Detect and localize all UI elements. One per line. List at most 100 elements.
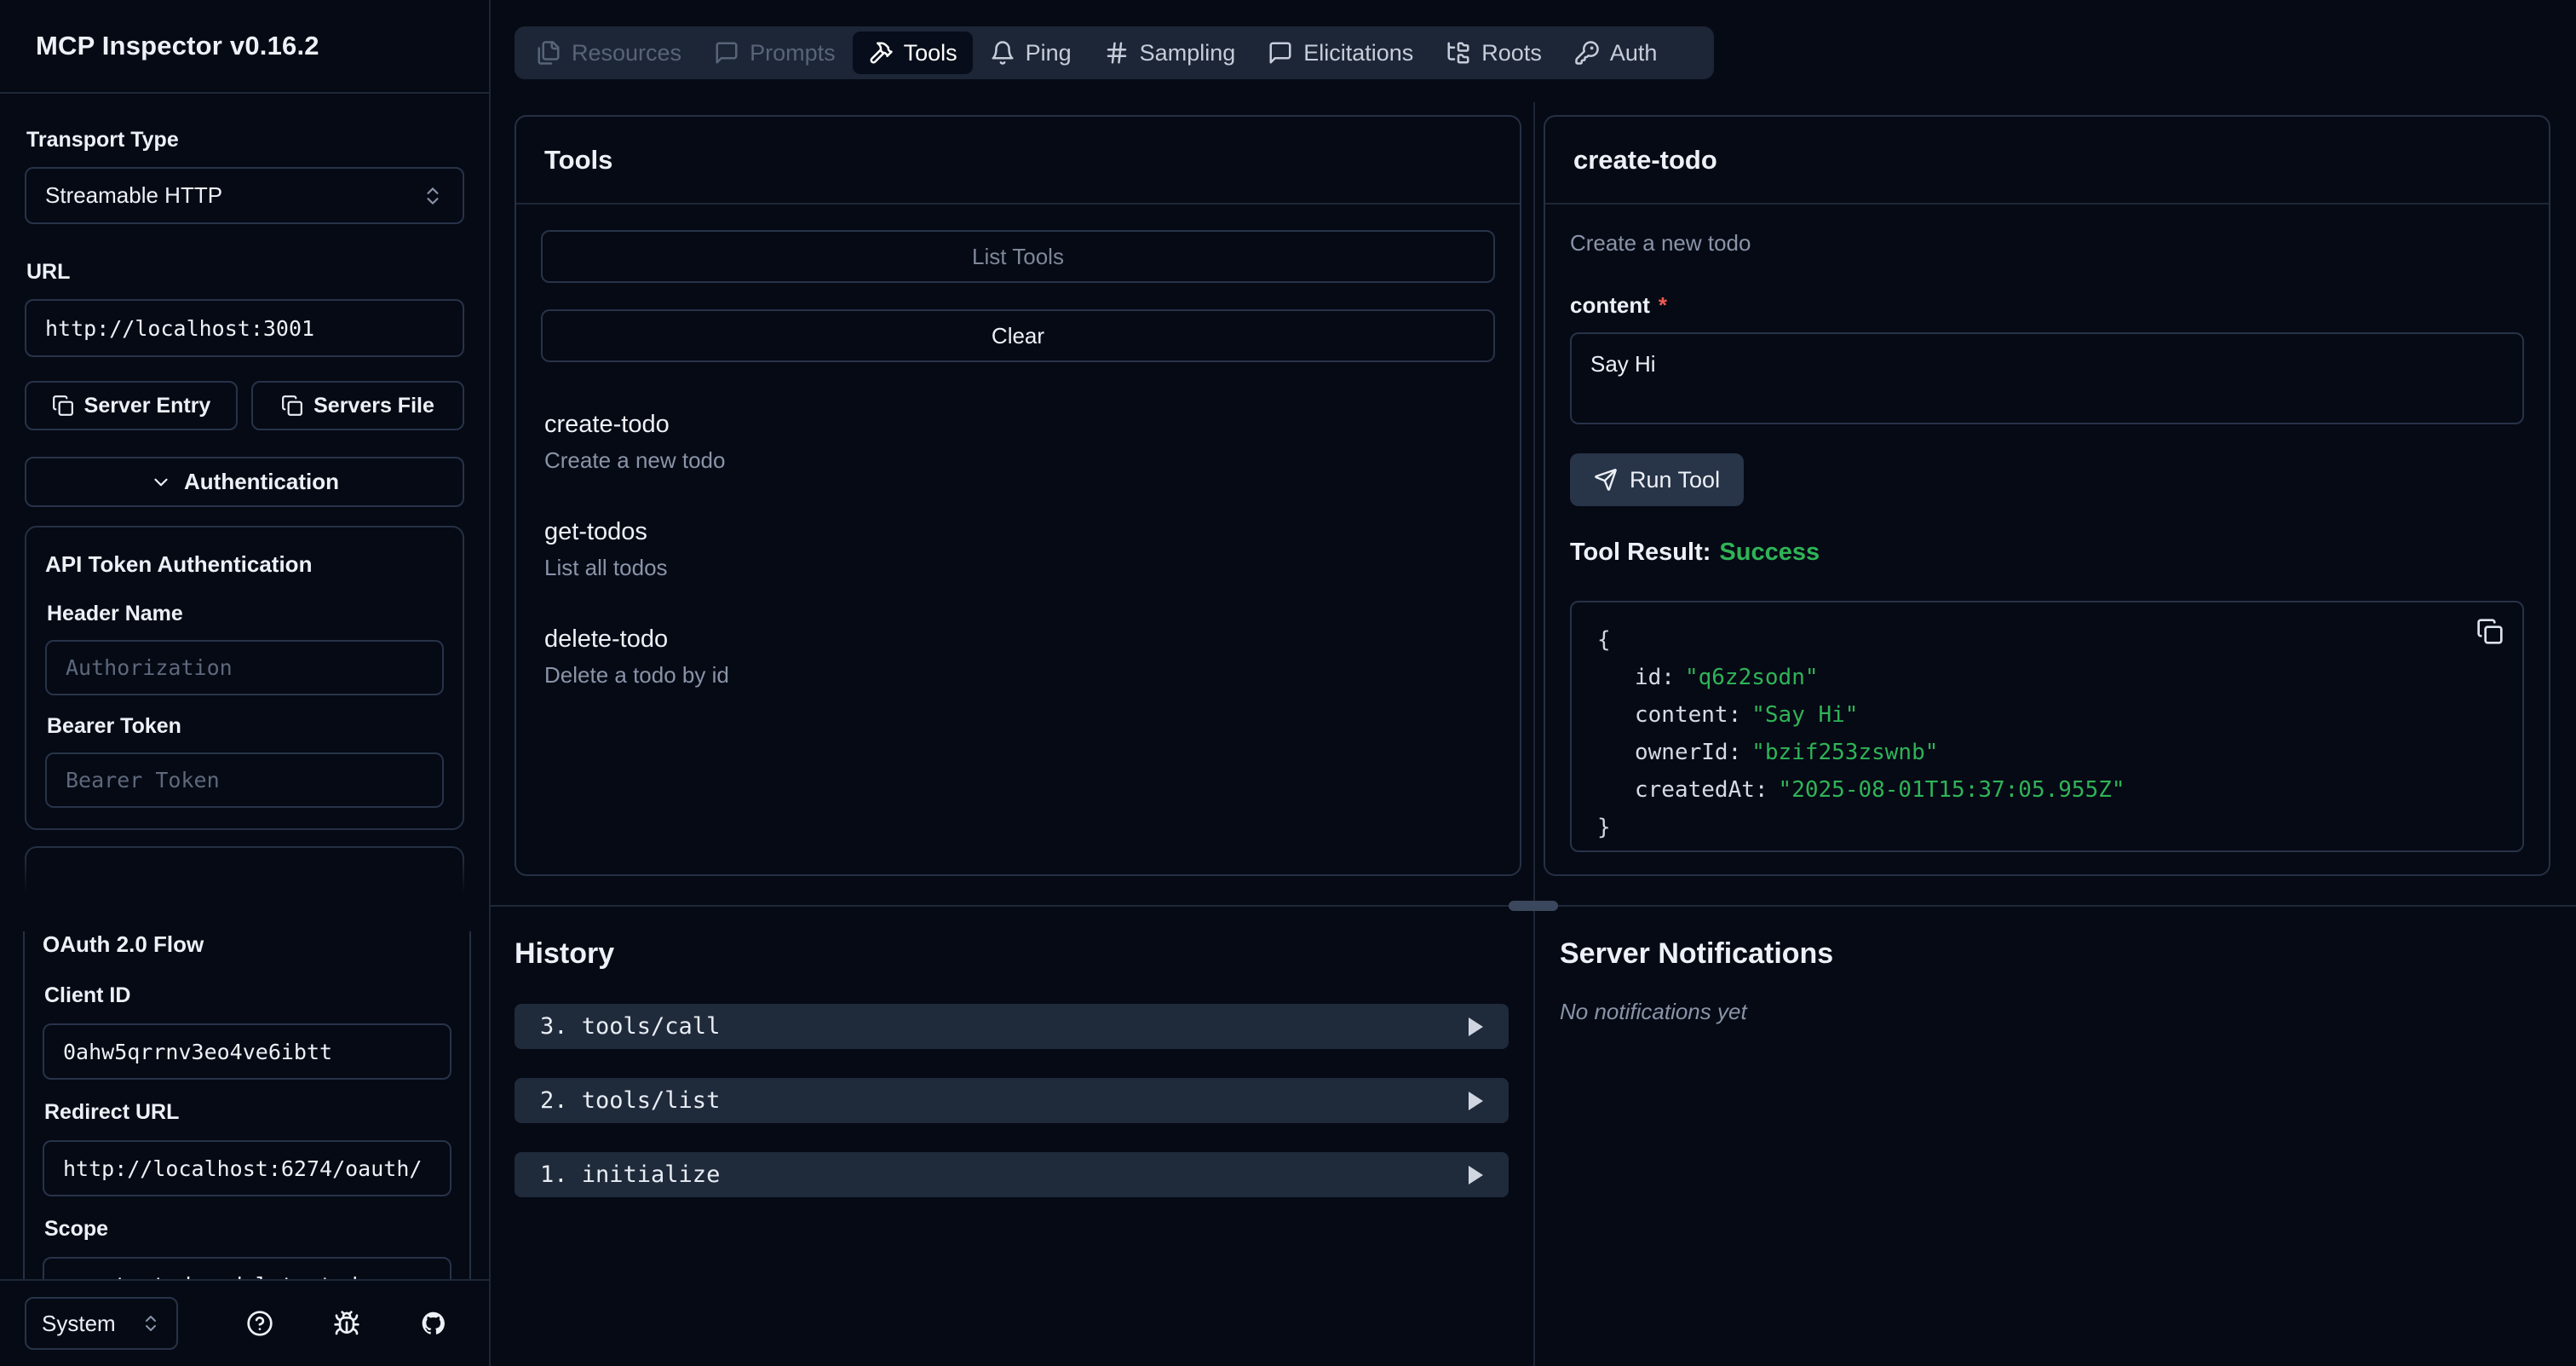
- tab-sampling[interactable]: Sampling: [1089, 32, 1251, 74]
- sidebar: MCP Inspector v0.16.2 Transport Type Str…: [0, 0, 491, 1366]
- server-entry-button[interactable]: Server Entry: [25, 381, 238, 430]
- client-id-input[interactable]: [43, 1023, 451, 1080]
- json-key: content:: [1635, 702, 1741, 728]
- oauth-flow-card: OAuth 2.0 Flow Client ID Redirect URL Sc…: [23, 931, 471, 1323]
- tab-prompts[interactable]: Prompts: [699, 32, 851, 74]
- tool-result-label: Tool Result:: [1570, 539, 1711, 566]
- servers-file-button[interactable]: Servers File: [251, 381, 464, 430]
- history-item-tools-call[interactable]: 3. tools/call: [515, 1004, 1509, 1049]
- server-notifications-title: Server Notifications: [1560, 937, 2497, 970]
- tools-panel-header: Tools: [516, 117, 1520, 205]
- sidebar-footer: System: [0, 1279, 491, 1366]
- tab-elicitations[interactable]: Elicitations: [1252, 32, 1429, 74]
- json-key: id:: [1635, 665, 1675, 690]
- history-title: History: [515, 937, 1509, 970]
- hammer-icon: [868, 40, 894, 66]
- list-tools-button[interactable]: List Tools: [541, 230, 1495, 283]
- tab-auth[interactable]: Auth: [1559, 32, 1673, 74]
- tool-detail-body: Create a new todo content * Say Hi Run T…: [1545, 205, 2549, 852]
- tab-ping[interactable]: Ping: [975, 32, 1087, 74]
- hash-icon: [1104, 40, 1130, 66]
- tab-label: Prompts: [750, 40, 836, 66]
- header-name-input[interactable]: [45, 640, 444, 695]
- json-value: "q6z2sodn": [1685, 665, 1819, 690]
- tool-name: create-todo: [544, 408, 1495, 441]
- bearer-token-label: Bearer Token: [47, 714, 444, 739]
- history-rows: 3. tools/call 2. tools/list 1. initializ…: [515, 1004, 1509, 1197]
- tab-label: Elicitations: [1303, 40, 1413, 66]
- tab-bar: Resources Prompts Tools Ping Sampling El…: [515, 26, 1714, 79]
- tab-label: Ping: [1026, 40, 1072, 66]
- tools-panel-title: Tools: [544, 145, 612, 176]
- tool-description: List all todos: [544, 553, 1495, 582]
- tool-list: create-todo Create a new todo get-todos …: [541, 408, 1495, 689]
- json-line-id: id: "q6z2sodn": [1597, 659, 2497, 696]
- tab-tools[interactable]: Tools: [853, 32, 973, 74]
- files-icon: [536, 40, 561, 66]
- history-panel: History 3. tools/call 2. tools/list 1. i…: [515, 937, 1509, 1226]
- tab-label: Resources: [572, 40, 681, 66]
- chevrons-up-down-icon: [141, 1313, 161, 1334]
- bug-report-button[interactable]: [333, 1310, 360, 1337]
- transport-type-select[interactable]: Streamable HTTP: [25, 167, 464, 224]
- json-value: "Say Hi": [1751, 702, 1858, 728]
- tab-label: Auth: [1610, 40, 1658, 66]
- tab-roots[interactable]: Roots: [1430, 32, 1557, 74]
- required-asterisk: *: [1659, 292, 1667, 319]
- transport-type-value: Streamable HTTP: [45, 182, 222, 209]
- splitter-drag-handle[interactable]: [1509, 901, 1558, 911]
- content-textarea[interactable]: Say Hi: [1570, 332, 2524, 424]
- github-button[interactable]: [420, 1310, 447, 1337]
- tool-item-delete-todo[interactable]: delete-todo Delete a todo by id: [544, 623, 1495, 689]
- content-field-label-row: content *: [1570, 292, 2524, 319]
- api-token-card: API Token Authentication Header Name Bea…: [25, 526, 464, 830]
- redirect-url-input[interactable]: [43, 1140, 451, 1196]
- url-input[interactable]: [25, 299, 464, 357]
- sidebar-header: MCP Inspector v0.16.2: [0, 0, 489, 94]
- oauth-flow-title: OAuth 2.0 Flow: [43, 931, 451, 958]
- run-tool-label: Run Tool: [1630, 467, 1720, 493]
- tool-result-status: Success: [1719, 539, 1820, 566]
- sidebar-body: Transport Type Streamable HTTP URL Serve…: [0, 94, 489, 1323]
- theme-select[interactable]: System: [25, 1297, 178, 1350]
- bearer-token-input[interactable]: [45, 752, 444, 808]
- history-item-label: 2. tools/list: [540, 1087, 720, 1114]
- client-id-label: Client ID: [44, 983, 451, 1008]
- tool-name: delete-todo: [544, 623, 1495, 655]
- json-open-brace: {: [1597, 621, 2497, 659]
- tab-label: Sampling: [1140, 40, 1236, 66]
- bell-icon: [990, 40, 1015, 66]
- folder-tree-icon: [1446, 40, 1471, 66]
- history-item-tools-list[interactable]: 2. tools/list: [515, 1078, 1509, 1123]
- help-button[interactable]: [246, 1310, 273, 1337]
- message-square-icon: [1268, 40, 1293, 66]
- tool-result-line: Tool Result: Success: [1570, 539, 2524, 567]
- run-tool-button[interactable]: Run Tool: [1570, 453, 1744, 506]
- tool-detail-header: create-todo: [1545, 117, 2549, 205]
- tool-item-create-todo[interactable]: create-todo Create a new todo: [544, 408, 1495, 475]
- expand-triangle-icon: [1469, 1166, 1483, 1184]
- authentication-toggle[interactable]: Authentication: [25, 457, 464, 507]
- clear-button[interactable]: Clear: [541, 309, 1495, 362]
- json-key: ownerId:: [1635, 740, 1741, 765]
- theme-select-value: System: [42, 1311, 116, 1337]
- copy-result-button[interactable]: [2476, 618, 2504, 645]
- key-icon: [1574, 40, 1600, 66]
- app-title: MCP Inspector v0.16.2: [36, 31, 319, 61]
- main-area: Resources Prompts Tools Ping Sampling El…: [491, 0, 2576, 1366]
- panel-splitter-vertical: [1533, 102, 1535, 905]
- scope-label: Scope: [44, 1217, 451, 1242]
- tab-resources[interactable]: Resources: [520, 32, 697, 74]
- history-item-initialize[interactable]: 1. initialize: [515, 1152, 1509, 1197]
- tool-description: Create a new todo: [544, 446, 1495, 475]
- tab-label: Roots: [1481, 40, 1542, 66]
- history-item-label: 3. tools/call: [540, 1013, 720, 1040]
- copy-icon: [2476, 618, 2504, 645]
- tool-item-get-todos[interactable]: get-todos List all todos: [544, 516, 1495, 582]
- tool-result-json: { id: "q6z2sodn" content: "Say Hi" ownerId…: [1570, 601, 2524, 852]
- copy-icon: [281, 395, 303, 417]
- message-square-icon: [714, 40, 739, 66]
- tab-label: Tools: [904, 40, 957, 66]
- tools-panel-body: List Tools Clear create-todo Create a ne…: [516, 205, 1520, 689]
- github-icon: [420, 1310, 447, 1337]
